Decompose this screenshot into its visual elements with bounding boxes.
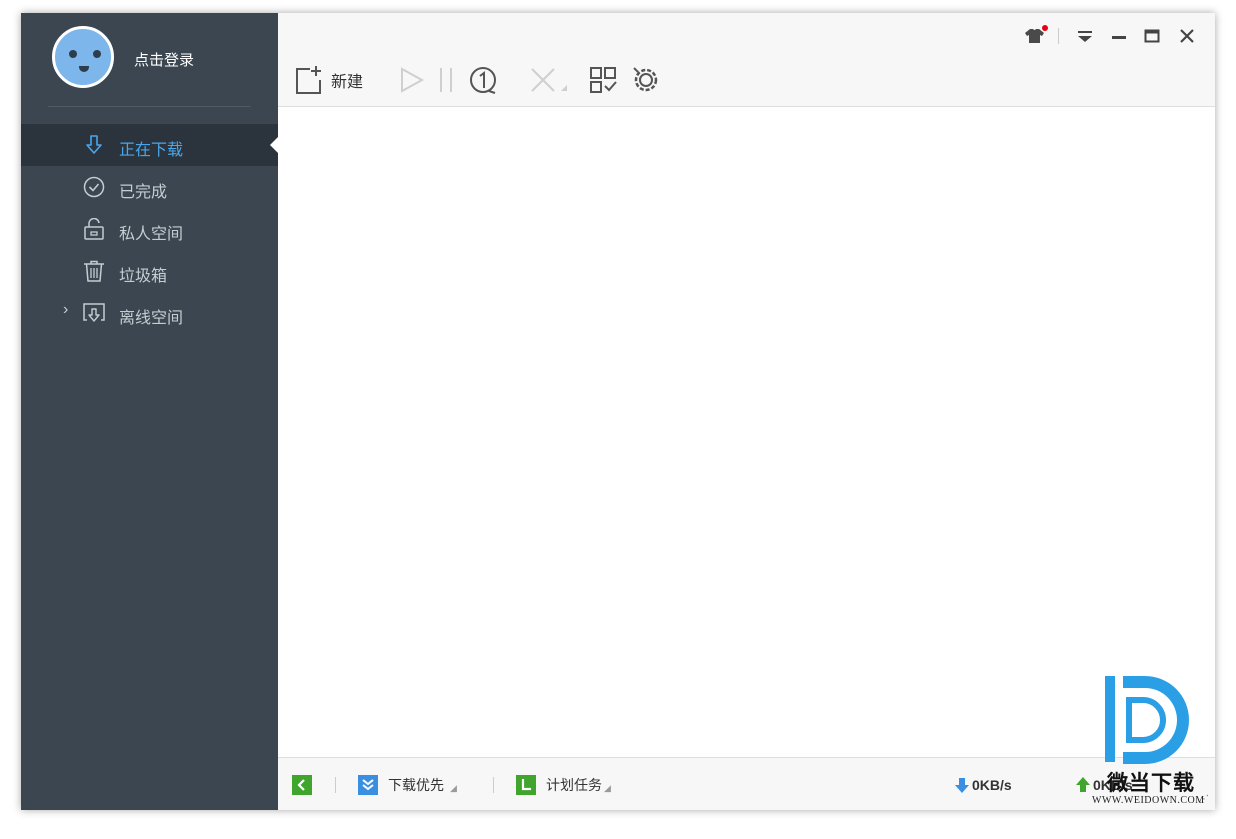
sidebar-item-label: 垃圾箱 [119,268,168,285]
delete-icon [531,68,567,92]
play-icon [401,67,425,93]
sidebar-item-trash[interactable]: 垃圾箱 [21,250,278,292]
settings-icon [633,67,658,92]
toolbar-separator [1058,28,1059,44]
app-window: 点击登录 正在下载 已完成 私人空间 垃圾箱 › 离线空间 新建 下载优先 ◢ … [21,13,1215,810]
dropdown-triangle-icon: ◢ [604,782,611,793]
sidebar: 点击登录 正在下载 已完成 私人空间 垃圾箱 › 离线空间 [21,13,278,810]
qrcode-icon [590,67,617,93]
download-arrow-icon [86,135,102,154]
new-task-button[interactable]: 新建 [295,63,363,97]
sidebar-divider [48,106,251,107]
main-panel: 新建 下载优先 ◢ 计划任务 ◢ 0KB/s 0KB/s ⋰ [278,13,1215,810]
collapse-sidebar-button[interactable] [292,774,312,796]
skin-icon [1025,25,1048,43]
login-link[interactable]: 点击登录 [134,49,194,70]
menu-icon [1078,31,1092,42]
new-task-label: 新建 [331,74,364,91]
sidebar-item-label: 正在下载 [119,142,184,159]
close-button[interactable] [1176,25,1198,47]
sidebar-nav: 正在下载 已完成 私人空间 垃圾箱 › 离线空间 [21,124,278,334]
delete-button[interactable] [528,63,568,97]
sidebar-item-downloading[interactable]: 正在下载 [21,124,278,166]
priority-icon [358,775,378,795]
pause-button[interactable] [436,63,456,97]
settings-button[interactable] [630,63,662,97]
avatar-eye-left [69,50,77,58]
minimize-button[interactable] [1108,25,1130,47]
start-button[interactable] [398,63,426,97]
maximize-button[interactable] [1141,25,1163,47]
schedule-icon [516,775,536,795]
chevron-left-icon [292,775,312,795]
skin-button[interactable] [1022,25,1048,47]
status-separator [493,777,494,793]
avatar-eye-right [93,50,101,58]
status-bar: 下载优先 ◢ 计划任务 ◢ 0KB/s 0KB/s ⋰ [278,757,1215,810]
arrow-down-icon [955,778,969,793]
dropdown-triangle-icon: ◢ [450,782,457,793]
lock-icon [84,218,104,240]
close-icon [1180,29,1194,43]
active-indicator [270,137,278,153]
download-speed: 0KB/s [954,774,1012,796]
sidebar-item-completed[interactable]: 已完成 [21,166,278,208]
trash-icon [84,260,104,282]
sidebar-item-label: 离线空间 [119,310,184,327]
sidebar-item-label: 已完成 [119,184,168,201]
task-list-area[interactable] [278,107,1215,757]
avatar-mouth [79,66,89,72]
new-icon [296,66,321,94]
priority-label: 下载优先 [388,777,444,793]
sidebar-item-label: 私人空间 [119,226,184,243]
download-speed-value: 0KB/s [972,777,1012,793]
speed-limit-button[interactable] [467,63,499,97]
watermark-url: WWW.WEIDOWN.COM [1092,795,1205,806]
schedule-label: 计划任务 [546,777,602,793]
status-separator [335,777,336,793]
chevron-right-icon[interactable]: › [63,301,68,319]
avatar[interactable] [52,26,114,88]
check-circle-icon [83,176,105,198]
scheduled-tasks-button[interactable]: 计划任务 ◢ [516,774,611,796]
maximize-icon [1144,29,1160,43]
minimize-icon [1112,36,1126,39]
pause-icon [440,68,452,92]
sidebar-item-private-space[interactable]: 私人空间 [21,208,278,250]
limit-icon [470,67,496,94]
download-priority-button[interactable]: 下载优先 ◢ [358,774,457,796]
sidebar-item-offline-space[interactable]: › 离线空间 [21,292,278,334]
notification-dot [1042,25,1048,31]
menu-button[interactable] [1074,25,1096,47]
offline-download-icon [83,303,105,322]
qrcode-button[interactable] [588,63,618,97]
watermark-name: 微当下载 [1107,772,1195,795]
toolbar: 新建 [278,13,1215,107]
